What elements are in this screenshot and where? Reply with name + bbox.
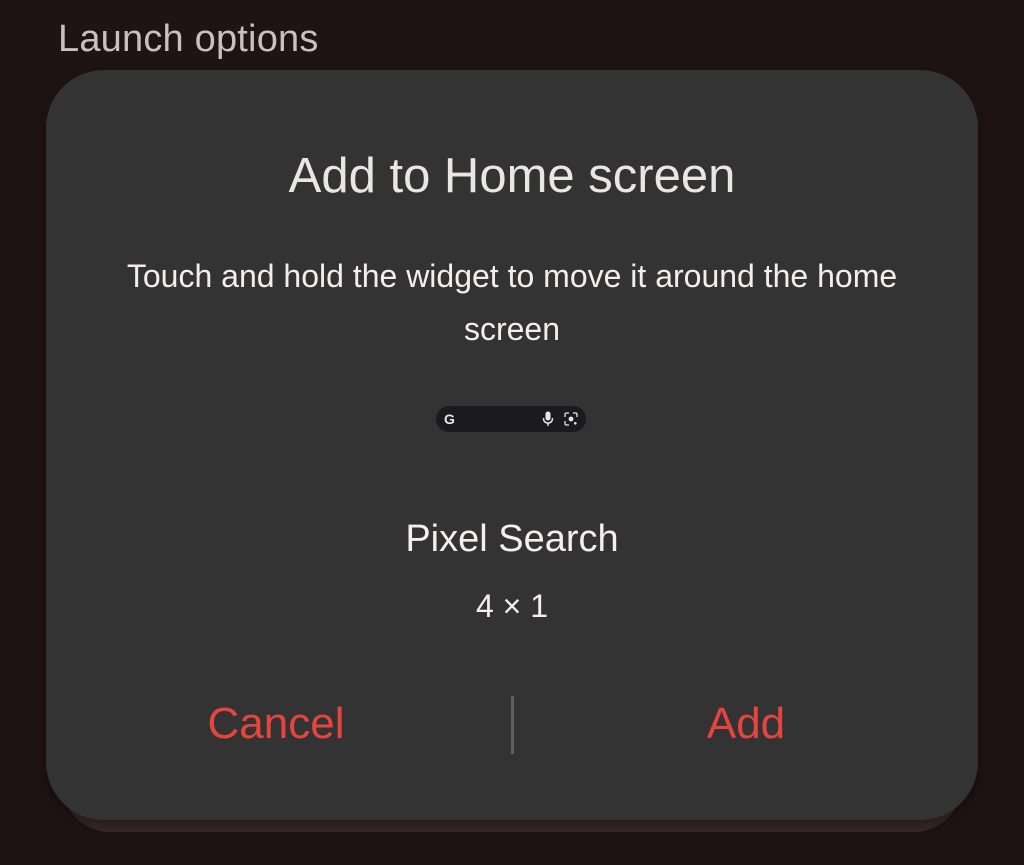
- google-g-icon: G: [444, 411, 455, 427]
- widget-size: 4 × 1: [475, 588, 549, 624]
- widget-preview[interactable]: G: [436, 406, 586, 432]
- cancel-button[interactable]: Cancel: [106, 692, 446, 756]
- dialog-title: Add to Home screen: [288, 149, 736, 203]
- add-button[interactable]: Add: [576, 692, 916, 756]
- button-divider: [511, 696, 514, 754]
- dialog-description: Touch and hold the widget to move it aro…: [126, 258, 898, 347]
- page-title: Launch options: [58, 18, 319, 60]
- widget-name: Pixel Search: [405, 518, 619, 560]
- screen: Launch options Add to Home screen Touch …: [0, 0, 1024, 865]
- lens-icon: [564, 412, 578, 426]
- mic-icon: [542, 411, 554, 426]
- add-widget-dialog: Add to Home screen Touch and hold the wi…: [46, 70, 978, 820]
